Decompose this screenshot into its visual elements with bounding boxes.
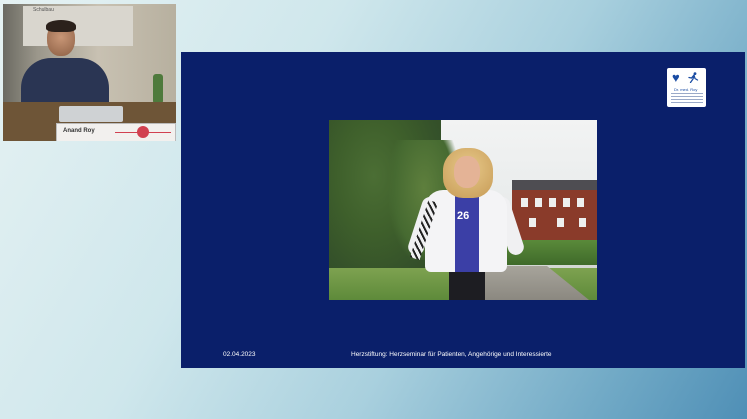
window xyxy=(557,218,564,227)
heart-icon: ♥ xyxy=(672,70,680,85)
speaker-hair xyxy=(46,20,76,32)
heart-icon xyxy=(137,126,149,138)
slide-date: 02.04.2023 xyxy=(223,351,256,358)
logo-name: Dr. med. Roy xyxy=(674,87,698,92)
board-text: Schulbau xyxy=(33,7,54,13)
runner-pants xyxy=(449,272,485,300)
runner-photo: 26 xyxy=(329,120,597,300)
clinic-logo: ♥ Dr. med. Roy xyxy=(667,68,706,107)
speaker-name: Anand Roy xyxy=(63,128,95,134)
window xyxy=(521,198,528,207)
laptop xyxy=(59,106,123,122)
window xyxy=(577,198,584,207)
window xyxy=(563,198,570,207)
window xyxy=(535,198,542,207)
window xyxy=(579,218,586,227)
logo-subtitle-lines xyxy=(671,93,703,103)
bib-number: 26 xyxy=(457,210,470,222)
plant xyxy=(153,74,163,104)
slide-footer-title: Herzstiftung: Herzseminar für Patienten,… xyxy=(351,351,552,358)
window xyxy=(529,218,536,227)
window xyxy=(549,198,556,207)
runner-face xyxy=(454,156,480,188)
runner-icon xyxy=(688,72,699,83)
speaker-video-tile[interactable]: Schulbau Anand Roy xyxy=(3,4,176,141)
speaker-nameplate: Anand Roy xyxy=(56,123,176,141)
presentation-slide: ♥ Dr. med. Roy 26 02.04.2023 Herzstiftun… xyxy=(181,52,745,368)
runner-shirt xyxy=(455,192,479,274)
